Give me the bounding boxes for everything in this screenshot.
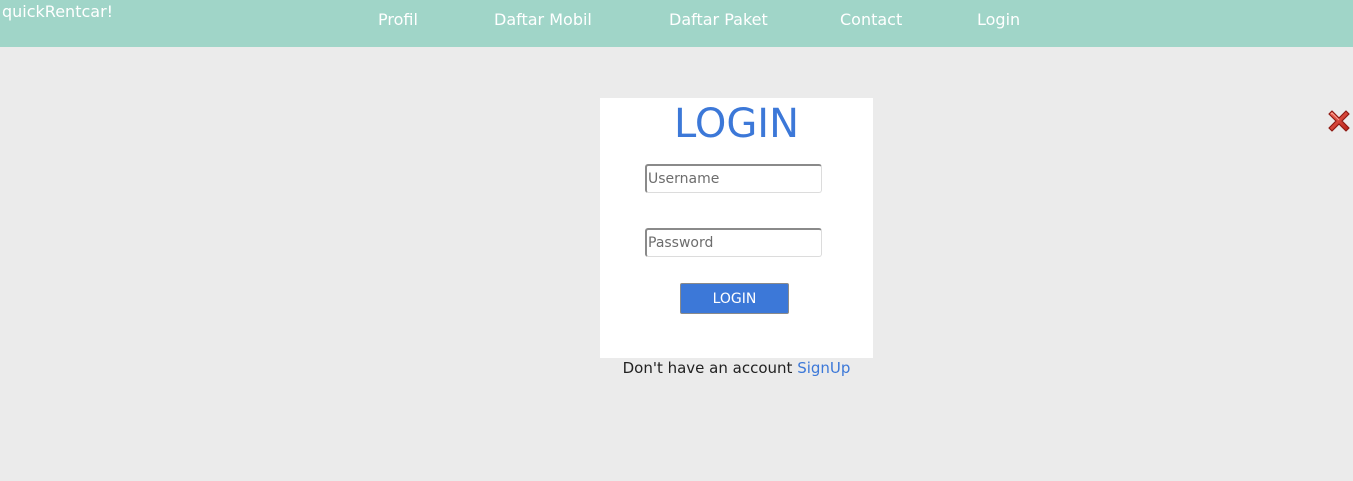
nav-link-contact[interactable]: Contact bbox=[840, 10, 902, 30]
login-title: LOGIN bbox=[673, 101, 800, 147]
top-navbar: quickRentcar! Profil Daftar Mobil Daftar… bbox=[0, 0, 1353, 47]
nav-link-daftar-mobil[interactable]: Daftar Mobil bbox=[494, 10, 592, 30]
login-card: LOGIN LOGIN bbox=[600, 98, 873, 358]
signup-prompt-line: Don't have an account SignUp bbox=[600, 358, 873, 378]
nav-link-login[interactable]: Login bbox=[977, 10, 1020, 30]
nav-link-profil[interactable]: Profil bbox=[378, 10, 418, 30]
signup-link[interactable]: SignUp bbox=[797, 359, 850, 377]
close-button[interactable] bbox=[1326, 108, 1352, 134]
signup-prompt-text: Don't have an account bbox=[622, 359, 793, 377]
close-x-icon bbox=[1328, 110, 1350, 132]
password-input[interactable] bbox=[645, 228, 822, 257]
login-submit-button[interactable]: LOGIN bbox=[680, 283, 789, 314]
nav-link-daftar-paket[interactable]: Daftar Paket bbox=[669, 10, 768, 30]
username-input[interactable] bbox=[645, 164, 822, 193]
site-brand[interactable]: quickRentcar! bbox=[2, 2, 113, 22]
